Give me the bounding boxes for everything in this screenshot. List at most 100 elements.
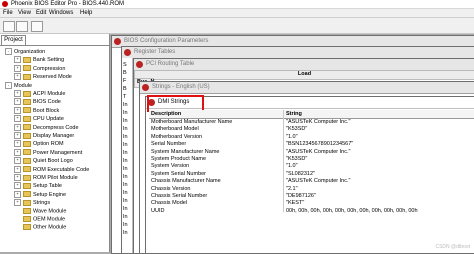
tree-item-label: Option ROM [33,141,64,148]
folder-icon [23,174,31,181]
tree-item[interactable]: + Setup Table [14,182,62,190]
table-row[interactable]: Motherboard Model "K53SD" [149,126,474,133]
open-icon[interactable] [3,21,15,32]
string-cell[interactable]: "1.0" [286,163,474,170]
tree-item[interactable]: + Power Management [14,148,83,156]
string-cell[interactable]: "K53SD" [286,156,474,163]
expand-icon[interactable]: + [14,98,21,106]
folder-icon [23,191,31,198]
stub-cell: In [123,110,128,116]
table-row[interactable]: System Manufacturer Name "ASUSTeK Compute… [149,149,474,156]
table-row[interactable]: Serial Number "BSN12345678901234567" [149,141,474,148]
expand-icon[interactable]: + [14,190,21,198]
string-cell[interactable]: "2.1" [286,186,474,193]
tree-item[interactable]: + Quiet Boot Logo [14,157,73,165]
description-cell: Chassis Serial Number [151,193,208,199]
tree-item[interactable]: + BIOS Code [14,98,61,106]
string-cell[interactable]: "ASUSTeK Computer Inc." [286,149,474,156]
table-row[interactable]: Motherboard Manufacturer Name "ASUSTeK Co… [149,119,474,126]
tree-item[interactable]: Other Module [23,224,66,231]
tree-item-label: Setup Engine [33,191,67,198]
expand-icon[interactable]: + [14,140,21,148]
table-row[interactable]: Motherboard Version "1.0" [149,134,474,141]
menu-edit[interactable]: Edit [36,10,46,16]
collapse-icon[interactable]: - [5,48,12,55]
expand-icon[interactable]: + [14,56,21,64]
expand-icon[interactable]: + [14,165,21,173]
expand-icon[interactable]: + [14,106,21,114]
tree-item[interactable]: + Setup Engine [14,190,67,198]
folder-icon [23,157,31,164]
expand-icon[interactable]: + [14,115,21,123]
expand-icon[interactable]: + [14,182,21,190]
table-row[interactable]: System Serial Number "SL082312" [149,171,474,178]
expand-icon[interactable]: + [14,148,21,156]
string-cell[interactable]: "K53SD" [286,126,474,133]
tree-item[interactable]: + ROM Executable Code [14,165,89,173]
folder-icon [23,224,31,231]
expand-icon[interactable]: + [14,73,21,81]
menu-view[interactable]: View [18,10,31,16]
table-row[interactable]: Chassis Serial Number "DE987126" [149,193,474,200]
expand-icon[interactable]: + [14,157,21,165]
description-cell: Motherboard Version [151,133,203,140]
tree-item[interactable]: + Decompress Code [14,123,79,131]
table-row[interactable]: Chassis Version "2.1" [149,186,474,193]
table-row[interactable]: UUID 00h, 00h, 00h, 00h, 00h, 00h, 00h, 0… [149,208,474,215]
expand-icon[interactable]: + [14,123,21,131]
expand-icon[interactable]: + [14,90,21,97]
string-cell[interactable]: "BSN12345678901234567" [286,141,474,148]
table-row[interactable]: Chassis Manufacturer Name "ASUSTeK Comput… [149,178,474,185]
string-cell[interactable]: "KEST" [286,200,474,207]
tree-item[interactable]: - Module [5,81,32,89]
description-cell: Chassis Version [151,185,191,192]
window-icon [124,49,131,56]
expand-icon[interactable]: + [14,64,21,72]
table-row[interactable]: System Product Name "K53SD" [149,156,474,163]
table-row[interactable]: System Version "1.0" [149,163,474,170]
save-icon[interactable] [16,21,28,32]
string-cell[interactable]: "ASUSTeK Computer Inc." [286,119,474,126]
tree-item[interactable]: + Option ROM [14,140,64,148]
tree-item[interactable]: Wave Module [23,207,66,215]
expand-icon[interactable]: + [14,174,21,181]
table-row[interactable]: Chassis Model "KEST" [149,200,474,207]
tree-item[interactable]: + Display Manager [14,132,74,139]
tree-item[interactable]: OEM Module [23,216,65,223]
tab-project[interactable]: Project [1,35,26,45]
tree-item-label: Strings [33,200,51,207]
folder-icon [23,90,31,97]
column-string: String [284,110,474,119]
tree-item[interactable]: + Bank Setting [14,56,64,64]
stub-cell: In [123,102,128,108]
menu-windows[interactable]: Windows [49,10,73,16]
collapse-icon[interactable]: - [5,81,12,89]
tree-item[interactable]: + Reserved Mode [14,73,72,81]
tree-item-label: Compression [33,65,66,72]
build-icon[interactable] [31,21,43,32]
stub-cell: In [123,198,128,204]
register-tables-stub-column: S B F B T In In In In In In In In In In In In In In In In In [122,58,133,253]
string-cell[interactable]: "SL082312" [286,171,474,178]
tree-item[interactable]: + ACPI Module [14,90,65,97]
description-cell: System Product Name [151,156,207,162]
string-cell[interactable]: "ASUSTeK Computer Inc." [286,178,474,185]
app-icon [2,1,8,7]
string-cell[interactable]: "DE987126" [286,193,474,200]
tree-item[interactable]: - Organization [5,48,45,55]
description-cell: Motherboard Manufacturer Name [151,119,233,125]
string-cell[interactable]: 00h, 00h, 00h, 00h, 00h, 00h, 00h, 00h, … [286,208,474,215]
folder-icon [23,140,31,147]
expand-icon[interactable]: + [14,199,21,207]
string-cell[interactable]: "1.0" [286,134,474,141]
tree-item[interactable]: + CPU Update [14,115,64,123]
tree-item[interactable]: + Strings [14,199,51,207]
menu-help[interactable]: Help [80,10,92,16]
tree-item-label: Power Management [33,149,83,156]
tree-item[interactable]: + ROM Pilot Module [14,174,78,181]
window-title: Phoenix BIOS Editor Pro - BIOS.440.ROM [11,1,125,7]
expand-icon[interactable]: + [14,132,21,139]
menu-file[interactable]: File [3,10,13,16]
tree-item[interactable]: + Compression [14,64,66,72]
tree-item[interactable]: + Boot Block [14,106,59,114]
